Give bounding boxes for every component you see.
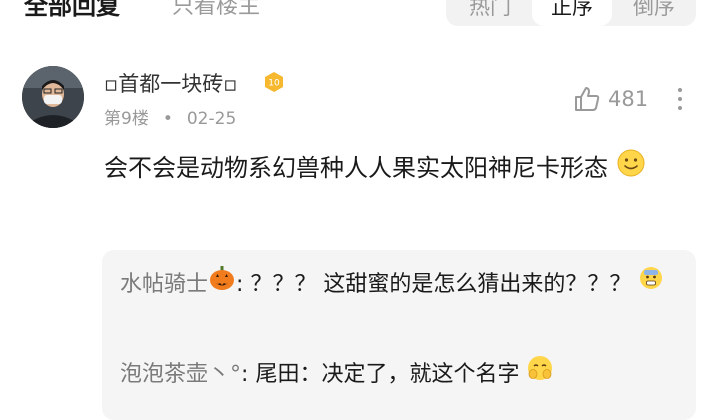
thumbs-up-icon	[575, 87, 600, 111]
sub-reply[interactable]: 水帖骑士 : ？？？ 这甜蜜的是怎么猜出来的？？？	[120, 264, 686, 306]
username[interactable]: ▫首都一块砖▫	[104, 68, 237, 98]
reply-colon: :	[236, 272, 244, 297]
like-count: 481	[608, 87, 649, 111]
fearful-emoji-icon	[638, 265, 664, 305]
like-button[interactable]: 481	[572, 84, 648, 114]
sort-segmented-control: 热门 正序 倒序	[446, 0, 696, 26]
floor-number: 第9楼	[104, 109, 149, 129]
pumpkin-emoji-icon	[208, 264, 236, 306]
comment-date: 02-25	[186, 109, 237, 129]
sort-asc-button[interactable]: 正序	[532, 0, 612, 26]
sort-desc-button[interactable]: 倒序	[614, 0, 694, 26]
smile-emoji-icon	[616, 148, 646, 190]
tab-only-op[interactable]: 只看楼主	[172, 0, 260, 20]
tab-all-replies[interactable]: 全部回复	[24, 0, 120, 21]
more-options-icon[interactable]	[668, 84, 692, 114]
level-badge-icon: 10	[262, 70, 286, 94]
shy-emoji-icon	[526, 354, 554, 396]
comment-body: 会不会是动物系幻兽种人人果实太阳神尼卡形态	[104, 148, 694, 190]
reply-author[interactable]: 水帖骑士	[120, 272, 208, 297]
reply-colon: :	[241, 362, 249, 387]
meta-separator: •	[162, 109, 173, 129]
reply-text: ？？？ 这甜蜜的是怎么猜出来的？？？	[250, 272, 632, 297]
reply-text: 尾田：决定了，就这个名字	[255, 362, 520, 387]
sub-replies[interactable]: 水帖骑士 : ？？？ 这甜蜜的是怎么猜出来的？？？ 泡泡茶壶丶°: 尾田：决定了…	[102, 250, 696, 420]
comment-meta: 第9楼 • 02-25	[104, 104, 236, 129]
avatar[interactable]	[22, 66, 84, 128]
reply-header: 全部回复 只看楼主 热门 正序 倒序	[0, 0, 720, 30]
comment-text: 会不会是动物系幻兽种人人果实太阳神尼卡形态	[104, 154, 608, 182]
reply-author[interactable]: 泡泡茶壶丶°	[120, 362, 241, 387]
level-number: 10	[268, 79, 280, 89]
sort-hot-button[interactable]: 热门	[450, 0, 530, 26]
sub-reply[interactable]: 泡泡茶壶丶°: 尾田：决定了，就这个名字	[120, 354, 686, 396]
